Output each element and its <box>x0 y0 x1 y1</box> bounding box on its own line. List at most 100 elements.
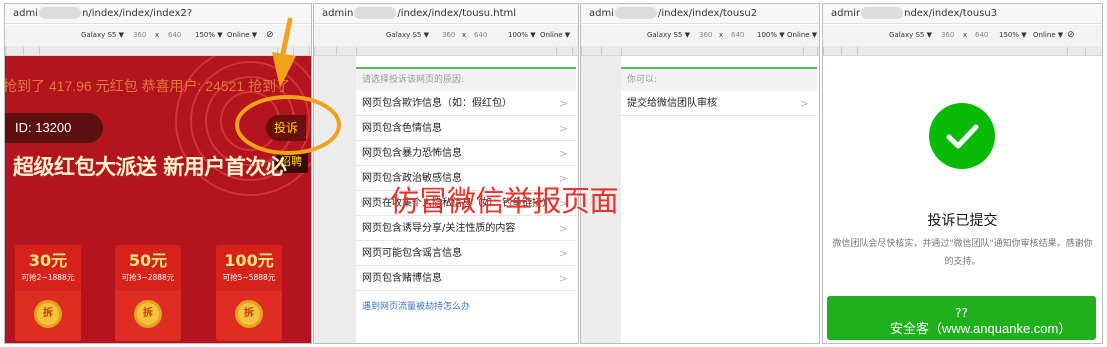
media-ruler <box>314 46 578 56</box>
reason-label: 网页包含色情信息 <box>362 123 442 134</box>
open-coin-button[interactable]: 拆 <box>235 300 263 328</box>
chevron-right-icon: > <box>799 97 809 110</box>
viewport-gutter <box>314 56 356 343</box>
zoom-select[interactable]: 100% ▼ <box>508 25 536 46</box>
url-redaction <box>39 7 81 19</box>
redpacket-card[interactable]: 50元 可抢3~2888元 拆 <box>115 245 181 341</box>
reason-label: 网页包含赌博信息 <box>362 273 442 284</box>
overlay-title: 仿冒微信举报页面 <box>390 184 619 218</box>
reason-label: 网页可能包含谣言信息 <box>362 248 462 259</box>
address-bar[interactable]: admi/index/index/tousu2 <box>581 4 819 24</box>
device-toolbar: Galaxy S5 ▼ 360 x 640 100% ▼ Online ▼ <box>581 25 819 46</box>
url-prefix: admir <box>831 8 861 19</box>
dimension-times: x <box>155 31 160 39</box>
media-ruler <box>823 46 1102 56</box>
open-coin-button[interactable]: 拆 <box>134 300 162 328</box>
url-path: ndex/index/tousu3 <box>904 8 998 19</box>
network-select[interactable]: Online ▼ <box>787 25 817 46</box>
redpacket-amount: 30元 <box>28 251 68 270</box>
reason-label: 网页包含欺诈信息（如：假红包） <box>362 98 512 109</box>
address-bar[interactable]: admir ndex/index/tousu3 <box>823 4 1102 24</box>
user-id-badge: ID: 13200 <box>5 113 103 143</box>
option-label: 提交给微信团队审核 <box>627 98 717 109</box>
address-bar[interactable]: admin/index/index/tousu.html <box>314 4 578 24</box>
device-toolbar: Galaxy S5 ▼ 360 x 640 150% ▼ Online ▼ ⊘ <box>5 25 311 46</box>
panel-complaint-reasons: admin/index/index/tousu.html Galaxy S5 ▼… <box>313 3 579 344</box>
redpacket-amount: 100元 <box>224 251 274 270</box>
zoom-select[interactable]: 150% ▼ <box>999 25 1027 46</box>
url-prefix: admi <box>13 8 38 19</box>
dimension-times: x <box>462 31 467 39</box>
chevron-right-icon: > <box>558 122 568 135</box>
chevron-right-icon: > <box>558 247 568 260</box>
redpacket-page: 抢到了 417.96 元红包 恭喜用户: 24521 抢到了 ID: 13200… <box>5 56 311 343</box>
redpacket-range: 可抢3~2888元 <box>121 273 175 282</box>
winner-marquee: 抢到了 417.96 元红包 恭喜用户: 24521 抢到了 <box>5 78 291 94</box>
submit-option-list: 你可以: 提交给微信团队审核 > <box>621 67 817 343</box>
reason-label: 网页包含诱导分享/关注性质的内容 <box>362 223 516 234</box>
list-item[interactable]: 网页包含色情信息 > <box>356 116 576 141</box>
reason-label: 网页包含暴力恐怖信息 <box>362 148 462 159</box>
redpacket-range: 可抢2~1888元 <box>21 273 75 282</box>
media-ruler <box>581 46 819 56</box>
device-select[interactable]: Galaxy S5 ▼ <box>81 25 124 46</box>
rotate-icon[interactable]: ⊘ <box>266 25 274 46</box>
device-height[interactable]: 640 <box>975 25 988 46</box>
list-item[interactable]: 网页包含欺诈信息（如：假红包） > <box>356 91 576 116</box>
device-height[interactable]: 640 <box>168 25 181 46</box>
zoom-select[interactable]: 150% ▼ <box>195 25 223 46</box>
device-height[interactable]: 640 <box>474 25 487 46</box>
url-path: /index/index/tousu.html <box>397 8 517 19</box>
success-check-icon <box>929 103 995 169</box>
redpacket-card[interactable]: 30元 可抢2~1888元 拆 <box>15 245 81 341</box>
chevron-right-icon: > <box>558 147 568 160</box>
open-coin-button[interactable]: 拆 <box>34 300 62 328</box>
reason-hint: 请选择投诉该网页的原因: <box>356 69 576 91</box>
list-item[interactable]: 网页可能包含谣言信息 > <box>356 241 576 266</box>
redpacket-amount: 50元 <box>128 251 168 270</box>
redpacket-range: 可抢5~5888元 <box>222 273 276 282</box>
url-prefix: admin <box>322 8 354 19</box>
dimension-times: x <box>963 31 968 39</box>
panel-complaint-submitted: admir ndex/index/tousu3 Galaxy S5 ▼ 360 x… <box>822 3 1103 344</box>
submitted-message: 微信团队会尽快核实，并通过"微信团队"通知你审核结果。感谢你的支持。 <box>832 239 1093 267</box>
device-height[interactable]: 640 <box>731 25 744 46</box>
zoom-select[interactable]: 100% ▼ <box>757 25 785 46</box>
url-prefix: admi <box>589 8 614 19</box>
url-redaction <box>354 7 397 19</box>
url-redaction <box>615 7 657 19</box>
rotate-icon[interactable]: ⊘ <box>1067 25 1075 46</box>
submitted-title: 投诉已提交 <box>927 213 998 229</box>
dimension-times: x <box>719 31 724 39</box>
option-hint: 你可以: <box>621 69 817 91</box>
device-width[interactable]: 360 <box>699 25 712 46</box>
hijack-help-link[interactable]: 遇到网页流量被劫持怎么办 <box>356 299 576 312</box>
device-width[interactable]: 360 <box>941 25 954 46</box>
url-path: n/index/index/index2? <box>82 8 193 19</box>
network-select[interactable]: Online ▼ <box>227 25 257 46</box>
submitted-page: 投诉已提交 微信团队会尽快核实，并通过"微信团队"通知你审核结果。感谢你的支持。… <box>823 67 1102 343</box>
list-item[interactable]: 网页包含赌博信息 > <box>356 266 576 291</box>
address-bar[interactable]: admi n/index/index/index2? <box>5 4 311 24</box>
url-redaction <box>861 7 904 19</box>
network-select[interactable]: Online ▼ <box>540 25 570 46</box>
device-select[interactable]: Galaxy S5 ▼ <box>647 25 690 46</box>
device-width[interactable]: 360 <box>442 25 455 46</box>
url-path: /index/index/tousu2 <box>658 8 758 19</box>
chevron-right-icon: > <box>558 97 568 110</box>
list-item[interactable]: 提交给微信团队审核 > <box>621 91 817 116</box>
redpacket-card[interactable]: 100元 可抢5~5888元 拆 <box>216 245 282 341</box>
complain-button[interactable]: 投诉 <box>266 115 306 141</box>
list-item[interactable]: 网页包含暴力恐怖信息 > <box>356 141 576 166</box>
device-toolbar: Galaxy S5 ▼ 360 x 640 100% ▼ Online ▼ <box>314 25 578 46</box>
network-select[interactable]: Online ▼ <box>1033 25 1063 46</box>
device-select[interactable]: Galaxy S5 ▼ <box>386 25 429 46</box>
panel-fake-redpacket-page: admi n/index/index/index2? Galaxy S5 ▼ 36… <box>4 3 312 344</box>
source-watermark: 安全客（www.anquanke.com） <box>890 321 1072 336</box>
media-ruler <box>5 46 311 56</box>
device-select[interactable]: Galaxy S5 ▼ <box>889 25 932 46</box>
panel-submit-options: admi/index/index/tousu2 Galaxy S5 ▼ 360 … <box>580 3 820 344</box>
chevron-right-icon: > <box>558 272 568 285</box>
device-toolbar: Galaxy S5 ▼ 360 x 640 150% ▼ Online ▼ ⊘ <box>823 25 1102 46</box>
device-width[interactable]: 360 <box>133 25 146 46</box>
